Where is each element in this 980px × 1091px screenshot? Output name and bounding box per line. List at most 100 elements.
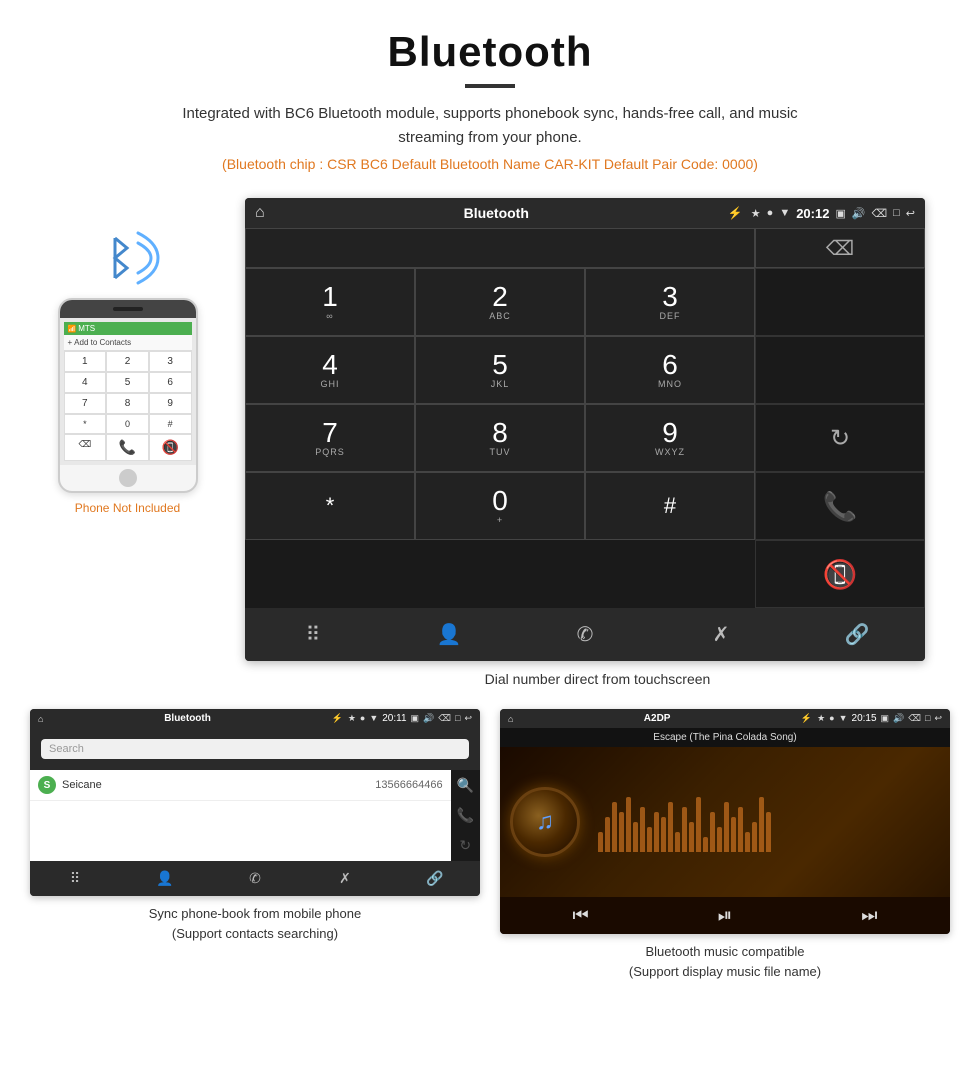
phone-key-6[interactable]: 6 <box>149 372 192 393</box>
car-nav-contacts[interactable]: 👤 <box>381 614 517 655</box>
phone-key-1[interactable]: 1 <box>64 351 107 372</box>
mini-vol-icon[interactable]: 🔊 <box>423 713 434 724</box>
side-refresh-icon[interactable]: ↻ <box>459 837 471 854</box>
phone-key-hash[interactable]: # <box>149 414 192 434</box>
phonebook-list: S Seicane 13566664466 <box>30 770 451 861</box>
car-nav-dialpad[interactable]: ⠿ <box>245 614 381 655</box>
viz-bar <box>731 817 736 852</box>
phone-mockup: 📶 MTS + Add to Contacts 1 2 3 4 5 6 7 <box>58 298 198 493</box>
phone-key-7[interactable]: 7 <box>64 393 107 414</box>
dial-key-2[interactable]: 2 ABC <box>415 268 585 336</box>
mini-back-icon[interactable]: ↩ <box>464 713 472 724</box>
dial-key-0[interactable]: 0 + <box>415 472 585 540</box>
camera-icon[interactable]: ▣ <box>835 207 845 220</box>
dial-key-5[interactable]: 5 JKL <box>415 336 585 404</box>
music-cam-icon[interactable]: ▣ <box>881 713 890 724</box>
dial-key-7[interactable]: 7 PQRS <box>245 404 415 472</box>
dial-key-empty-2 <box>755 336 925 404</box>
mini-close-icon[interactable]: ⌫ <box>438 713 451 724</box>
phone-key-del[interactable]: ⌫ <box>64 434 107 461</box>
music-wifi-icon: ▼ <box>839 713 848 724</box>
dial-caption: Dial number direct from touchscreen <box>245 671 950 687</box>
music-home-icon[interactable]: ⌂ <box>508 714 513 724</box>
phone-time: MTS <box>78 324 95 333</box>
phone-key-3[interactable]: 3 <box>149 351 192 372</box>
dial-backspace-button[interactable]: ⌫ <box>755 228 925 268</box>
phone-keypad: 1 2 3 4 5 6 7 8 9 <box>64 351 192 414</box>
mini-nav-bluetooth[interactable]: ✗ <box>300 865 390 892</box>
mini-gps-icon: ● <box>360 713 365 724</box>
phone-call-button[interactable]: 📞 <box>106 434 149 461</box>
home-icon[interactable]: ⌂ <box>255 204 265 222</box>
music-vol-icon[interactable]: 🔊 <box>893 713 904 724</box>
phone-key-9[interactable]: 9 <box>149 393 192 414</box>
viz-bar <box>619 812 624 852</box>
music-body: ♫ <box>500 747 950 897</box>
car-nav-bluetooth[interactable]: ✗ <box>653 614 789 655</box>
dial-key-9[interactable]: 9 WXYZ <box>585 404 755 472</box>
dial-key-star[interactable]: * <box>245 472 415 540</box>
mini-win-icon[interactable]: □ <box>455 713 460 724</box>
music-visualizer <box>590 792 940 852</box>
phone-speaker <box>113 307 143 311</box>
song-title-bar: Escape (The Pina Colada Song) <box>500 728 950 747</box>
dial-key-4[interactable]: 4 GHI <box>245 336 415 404</box>
side-search-icon[interactable]: 🔍 <box>457 777 474 794</box>
close-icon[interactable]: ⌫ <box>872 207 888 220</box>
viz-bar <box>696 797 701 852</box>
viz-bar <box>640 807 645 852</box>
phone-key-0[interactable]: 0 <box>106 414 149 434</box>
phone-home-button[interactable] <box>119 469 137 487</box>
dial-refresh-button[interactable]: ↻ <box>755 404 925 472</box>
dial-key-1[interactable]: 1 ∞ <box>245 268 415 336</box>
side-call-icon[interactable]: 📞 <box>457 807 474 824</box>
phone-add-contact: + Add to Contacts <box>64 335 192 351</box>
phone-key-4[interactable]: 4 <box>64 372 107 393</box>
viz-bar <box>703 837 708 852</box>
phone-action-row: ⌫ 📞 📵 <box>64 434 192 461</box>
back-icon[interactable]: ↩ <box>906 207 915 220</box>
dial-key-3[interactable]: 3 DEF <box>585 268 755 336</box>
dial-key-8[interactable]: 8 TUV <box>415 404 585 472</box>
dial-display[interactable] <box>245 228 755 268</box>
mini-cam-icon[interactable]: ▣ <box>411 713 420 724</box>
phone-end-button[interactable]: 📵 <box>149 434 192 461</box>
mini-nav-contacts[interactable]: 👤 <box>120 865 210 892</box>
phone-key-5[interactable]: 5 <box>106 372 149 393</box>
car-nav-link[interactable]: 🔗 <box>789 614 925 655</box>
phonebook-search-bar[interactable]: Search <box>41 739 469 759</box>
mini-home-icon[interactable]: ⌂ <box>38 714 43 724</box>
bluetooth-signal-icon <box>83 218 173 298</box>
music-screen: ⌂ A2DP ⚡ ★ ● ▼ 20:15 ▣ 🔊 ⌫ □ ↩ Escape (T… <box>500 709 950 934</box>
album-bluetooth-icon: ♫ <box>536 808 554 836</box>
next-button[interactable]: ⏭ <box>861 905 877 926</box>
mini-nav-dialpad[interactable]: ⠿ <box>30 865 120 892</box>
album-art: ♫ <box>510 787 580 857</box>
window-icon[interactable]: □ <box>893 207 900 219</box>
volume-icon[interactable]: 🔊 <box>852 207 866 220</box>
dial-end-button[interactable]: 📵 <box>755 540 925 608</box>
music-win-icon[interactable]: □ <box>925 713 930 724</box>
dial-call-button[interactable]: 📞 <box>755 472 925 540</box>
play-pause-button[interactable]: ⏯ <box>718 905 732 926</box>
music-caption: Bluetooth music compatible(Support displ… <box>629 942 821 981</box>
phone-key-2[interactable]: 2 <box>106 351 149 372</box>
music-status-bar: ⌂ A2DP ⚡ ★ ● ▼ 20:15 ▣ 🔊 ⌫ □ ↩ <box>500 709 950 728</box>
mini-nav-call[interactable]: ✆ <box>210 865 300 892</box>
music-close-icon[interactable]: ⌫ <box>908 713 921 724</box>
phonebook-contact-item[interactable]: S Seicane 13566664466 <box>30 770 451 801</box>
mini-nav-link[interactable]: 🔗 <box>390 865 480 892</box>
car-nav-call[interactable]: ✆ <box>517 614 653 655</box>
viz-bar <box>752 822 757 852</box>
status-time: 20:12 <box>796 206 829 221</box>
phonebook-empty-space <box>30 801 451 861</box>
dial-key-6[interactable]: 6 MNO <box>585 336 755 404</box>
phone-key-8[interactable]: 8 <box>106 393 149 414</box>
phone-key-star[interactable]: * <box>64 414 107 434</box>
prev-button[interactable]: ⏮ <box>573 905 589 926</box>
viz-bar <box>675 832 680 852</box>
car-screen-dialer: ⌂ Bluetooth ⚡ ★ ● ▼ 20:12 ▣ 🔊 ⌫ □ ↩ <box>245 198 925 661</box>
music-status-icons: ★ ● ▼ 20:15 ▣ 🔊 ⌫ □ ↩ <box>817 713 942 724</box>
dial-key-hash[interactable]: # <box>585 472 755 540</box>
music-back-icon[interactable]: ↩ <box>934 713 942 724</box>
